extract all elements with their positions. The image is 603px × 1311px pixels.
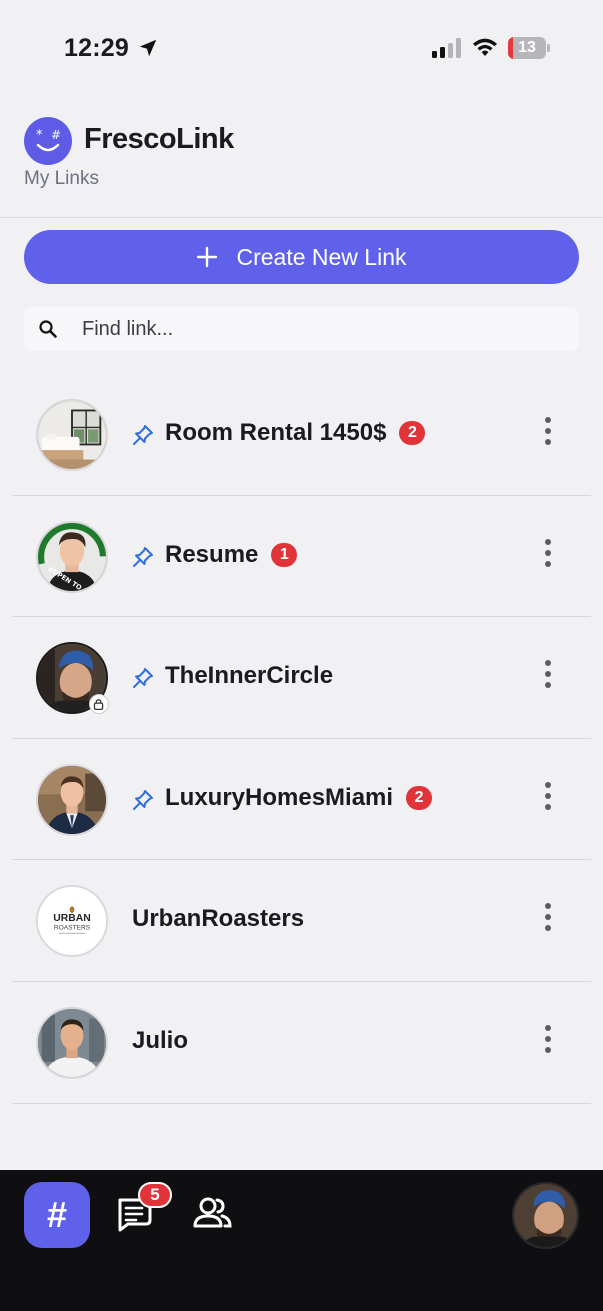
- lock-icon: [89, 694, 109, 715]
- item-title-row: Resume 1: [165, 540, 298, 569]
- status-bar: 12:29 13: [0, 0, 603, 96]
- app-title: FrescoLink: [84, 123, 234, 155]
- avatar: [36, 763, 108, 836]
- logo-text-urban: URBAN: [53, 913, 90, 924]
- tab-bar: # 5: [0, 1170, 603, 1311]
- unread-badge: 2: [406, 785, 433, 810]
- logo-text-roasters: ROASTERS: [54, 925, 91, 932]
- link-title: Resume: [165, 540, 259, 568]
- more-options-icon[interactable]: [536, 657, 560, 691]
- urban-roasters-logo: URBAN ROASTERS: [36, 885, 108, 958]
- page-subtitle: My Links: [24, 168, 99, 189]
- wifi-icon: [473, 38, 497, 56]
- create-new-link-button[interactable]: Create New Link: [24, 230, 579, 284]
- link-title: LuxuryHomesMiami: [165, 783, 394, 811]
- link-title: UrbanRoasters: [132, 905, 305, 933]
- cellular-signal-icon: [432, 38, 461, 58]
- battery-icon: 13: [508, 37, 550, 59]
- item-title-row: Julio: [132, 1027, 188, 1055]
- more-options-icon[interactable]: [536, 414, 560, 448]
- link-title: TheInnerCircle: [165, 662, 334, 690]
- avatar: [36, 399, 108, 471]
- list-item[interactable]: Room Rental 1450$ 2: [12, 374, 591, 496]
- plus-icon: [197, 246, 218, 268]
- list-item[interactable]: Julio: [12, 982, 591, 1104]
- item-title-row: UrbanRoasters: [132, 905, 304, 933]
- svg-text:#: #: [51, 128, 61, 142]
- search-input[interactable]: [82, 307, 562, 351]
- list-item[interactable]: LuxuryHomesMiami 2: [12, 739, 591, 861]
- location-arrow-icon: [139, 39, 157, 57]
- list-item[interactable]: TheInnerCircle: [12, 617, 591, 739]
- people-tab-icon[interactable]: [190, 1192, 234, 1236]
- pin-icon: [133, 668, 153, 689]
- status-time: 12:29: [64, 34, 129, 62]
- svg-text:*: *: [36, 128, 43, 143]
- item-title-row: LuxuryHomesMiami 2: [165, 783, 433, 812]
- unread-badge: 1: [271, 542, 298, 567]
- create-new-link-label: Create New Link: [236, 243, 407, 270]
- chat-badge: 5: [138, 1182, 172, 1208]
- item-title-row: TheInnerCircle: [165, 662, 333, 690]
- avatar: [36, 1006, 108, 1079]
- pin-icon: [133, 425, 153, 445]
- search-box[interactable]: [24, 307, 579, 351]
- list-item[interactable]: #OPEN TO FOLLOWERS Resume 1: [12, 496, 591, 618]
- header-divider: [0, 217, 603, 218]
- more-options-icon[interactable]: [536, 900, 560, 934]
- hash-tab-icon[interactable]: #: [24, 1182, 90, 1248]
- more-options-icon[interactable]: [536, 1022, 560, 1056]
- more-options-icon[interactable]: [536, 536, 560, 570]
- search-icon: [39, 320, 57, 338]
- smiley-logo-icon: * #: [24, 117, 72, 165]
- pin-icon: [133, 546, 153, 567]
- battery-level: 13: [518, 39, 536, 56]
- more-options-icon[interactable]: [536, 779, 560, 813]
- link-list: Room Rental 1450$ 2 #OPEN TO FOLLOWERS R…: [12, 374, 591, 1104]
- list-item[interactable]: URBAN ROASTERS UrbanRoasters: [12, 860, 591, 982]
- link-title: Julio: [132, 1026, 189, 1054]
- pin-icon: [133, 789, 153, 810]
- avatar: #OPEN TO FOLLOWERS: [36, 520, 108, 593]
- link-title: Room Rental 1450$: [165, 419, 387, 446]
- item-title-row: Room Rental 1450$ 2: [165, 419, 426, 447]
- unread-badge: 2: [399, 421, 426, 445]
- profile-avatar[interactable]: [512, 1182, 579, 1249]
